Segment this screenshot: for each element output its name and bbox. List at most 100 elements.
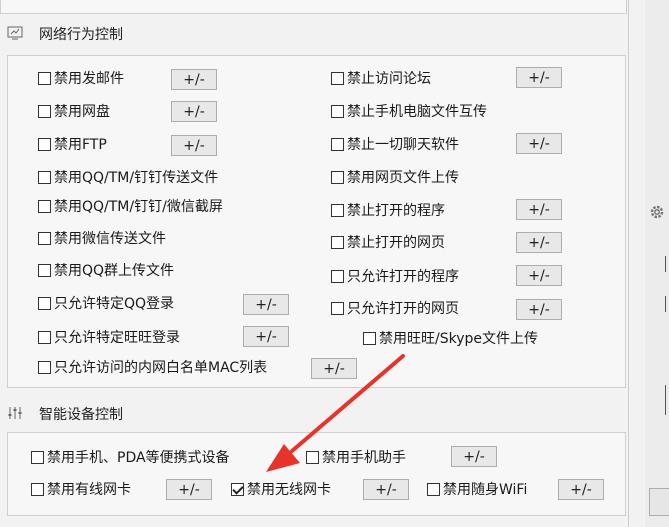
checkbox-allow-webpages[interactable]: 只允许打开的网页 <box>331 298 459 318</box>
checkbox-box[interactable] <box>38 330 51 344</box>
edit-button-wired-nic[interactable]: +/- <box>166 479 212 500</box>
edit-button-mac-whitelist[interactable]: +/- <box>311 358 357 379</box>
checkbox-box[interactable] <box>38 263 51 277</box>
checkbox-box[interactable] <box>38 170 51 184</box>
checkbox-only-specific-qq[interactable]: 只允许特定QQ登录 <box>38 293 174 313</box>
edit-button-allow-programs[interactable]: +/- <box>516 265 562 286</box>
checkbox-block-forum[interactable]: 禁止访问论坛 <box>331 68 431 88</box>
checkbox-label: 禁用QQ/TM/钉钉/微信截屏 <box>54 199 223 215</box>
checkbox-label: 只允许特定QQ登录 <box>54 296 175 312</box>
edit-button-allow-webpages[interactable]: +/- <box>516 299 562 320</box>
checkbox-label: 禁止打开的程序 <box>347 203 445 219</box>
checkbox-label: 禁止手机电脑文件互传 <box>347 104 487 120</box>
edit-button-wireless-nic[interactable]: +/- <box>363 479 409 500</box>
sliders-icon <box>8 407 22 419</box>
checkbox-label: 禁用随身WiFi <box>443 482 528 498</box>
checkbox-box[interactable] <box>38 137 51 151</box>
checkbox-box[interactable] <box>38 360 51 374</box>
checkbox-label: 禁止访问论坛 <box>347 71 431 87</box>
top-panel-edge <box>0 0 627 14</box>
checkbox-label: 禁用旺旺/Skype文件上传 <box>379 331 538 347</box>
checkbox-label: 只允许打开的程序 <box>347 269 459 285</box>
checkbox-label: 只允许访问的内网白名单MAC列表 <box>54 360 268 376</box>
checkbox-box[interactable] <box>331 203 344 217</box>
checkbox-label: 禁用QQ群上传文件 <box>54 263 175 279</box>
edit-button-forum[interactable]: +/- <box>516 67 562 88</box>
checkbox-label: 禁用有线网卡 <box>47 482 131 498</box>
checkbox-disable-phone-assistant[interactable]: 禁用手机助手 <box>306 447 406 467</box>
smart-device-section-title: 智能设备控制 <box>39 407 123 423</box>
panel-divider <box>628 0 629 527</box>
checkbox-label: 禁用无线网卡 <box>247 482 331 498</box>
checkbox-box[interactable] <box>38 296 51 310</box>
checkbox-block-all-chat[interactable]: 禁止一切聊天软件 <box>331 134 459 154</box>
checkbox-label: 禁止一切聊天软件 <box>347 137 459 153</box>
checkbox-disable-wireless-nic[interactable]: 禁用无线网卡 <box>231 479 331 499</box>
checkbox-box[interactable] <box>331 269 344 283</box>
checkbox-label: 禁用手机助手 <box>322 450 406 466</box>
checkbox-label: 只允许打开的网页 <box>347 301 459 317</box>
gear-icon <box>650 205 664 219</box>
edit-button-portable-wifi[interactable]: +/- <box>558 479 604 500</box>
checkbox-disable-portable-devices[interactable]: 禁用手机、PDA等便携式设备 <box>31 447 230 467</box>
checkbox-intranet-mac-whitelist[interactable]: 只允许访问的内网白名单MAC列表 <box>38 357 267 377</box>
checkbox-box[interactable] <box>38 104 51 118</box>
edit-button-block-webpages[interactable]: +/- <box>516 232 562 253</box>
checkbox-disable-wired-nic[interactable]: 禁用有线网卡 <box>31 479 131 499</box>
edit-button-all-chat[interactable]: +/- <box>516 133 562 154</box>
checkbox-box[interactable] <box>331 170 344 184</box>
checkbox-only-specific-wangwang[interactable]: 只允许特定旺旺登录 <box>38 327 180 347</box>
side-box-3 <box>665 385 669 415</box>
edit-button-block-programs[interactable]: +/- <box>516 199 562 220</box>
edit-button-netdisk[interactable]: +/- <box>171 101 217 122</box>
smart-device-panel <box>7 432 626 516</box>
checkbox-disable-portable-wifi[interactable]: 禁用随身WiFi <box>427 479 527 499</box>
checkbox-disable-ftp[interactable]: 禁用FTP <box>38 134 107 154</box>
checkbox-box[interactable] <box>331 71 344 85</box>
checkbox-box[interactable] <box>231 482 244 496</box>
checkbox-disable-qq-group-upload[interactable]: 禁用QQ群上传文件 <box>38 260 174 280</box>
checkbox-label: 只允许特定旺旺登录 <box>54 330 180 346</box>
checkbox-label: 禁用网页文件上传 <box>347 170 459 186</box>
checkbox-box[interactable] <box>331 104 344 118</box>
checkbox-box[interactable] <box>331 137 344 151</box>
right-side-panel <box>645 0 669 527</box>
checkbox-disable-wechat-file[interactable]: 禁用微信传送文件 <box>38 228 166 248</box>
side-box-1 <box>665 256 669 272</box>
edit-button-ftp[interactable]: +/- <box>171 135 217 156</box>
checkbox-label: 禁用微信传送文件 <box>54 231 166 247</box>
checkbox-disable-email[interactable]: 禁用发邮件 <box>38 68 124 88</box>
checkbox-box[interactable] <box>31 482 44 496</box>
edit-button-specific-wangwang[interactable]: +/- <box>243 326 289 347</box>
checkbox-box[interactable] <box>331 301 344 315</box>
checkbox-box[interactable] <box>331 235 344 249</box>
edit-button-phone-assistant[interactable]: +/- <box>451 446 497 467</box>
checkbox-label: 禁止打开的网页 <box>347 235 445 251</box>
checkbox-box[interactable] <box>31 450 44 464</box>
checkbox-box[interactable] <box>427 482 440 496</box>
checkbox-label: 禁用网盘 <box>54 104 110 120</box>
side-button[interactable] <box>649 488 669 516</box>
checkbox-disable-qq-file-transfer[interactable]: 禁用QQ/TM/钉钉传送文件 <box>38 167 218 187</box>
checkbox-disable-screenshot[interactable]: 禁用QQ/TM/钉钉/微信截屏 <box>38 196 223 216</box>
checkbox-box[interactable] <box>306 450 319 464</box>
checkbox-label: 禁用QQ/TM/钉钉传送文件 <box>54 170 219 186</box>
checkbox-box[interactable] <box>38 231 51 245</box>
checkbox-block-phone-pc-transfer[interactable]: 禁止手机电脑文件互传 <box>331 101 487 121</box>
edit-button-email[interactable]: +/- <box>171 69 217 90</box>
side-box-2 <box>665 296 669 312</box>
checkbox-label: 禁用发邮件 <box>54 71 124 87</box>
checkbox-label: 禁用FTP <box>54 137 107 153</box>
checkbox-block-webpages[interactable]: 禁止打开的网页 <box>331 232 445 252</box>
checkbox-box[interactable] <box>38 199 51 213</box>
checkbox-allow-programs[interactable]: 只允许打开的程序 <box>331 266 459 286</box>
checkbox-box[interactable] <box>363 331 376 345</box>
network-monitor-icon <box>7 26 23 40</box>
checkbox-block-programs[interactable]: 禁止打开的程序 <box>331 200 445 220</box>
checkbox-box[interactable] <box>38 71 51 85</box>
checkbox-disable-wangwang-skype-upload[interactable]: 禁用旺旺/Skype文件上传 <box>363 328 538 348</box>
checkbox-disable-netdisk[interactable]: 禁用网盘 <box>38 101 110 121</box>
network-section-title: 网络行为控制 <box>39 27 123 43</box>
checkbox-disable-web-upload[interactable]: 禁用网页文件上传 <box>331 167 459 187</box>
edit-button-specific-qq[interactable]: +/- <box>243 294 289 315</box>
